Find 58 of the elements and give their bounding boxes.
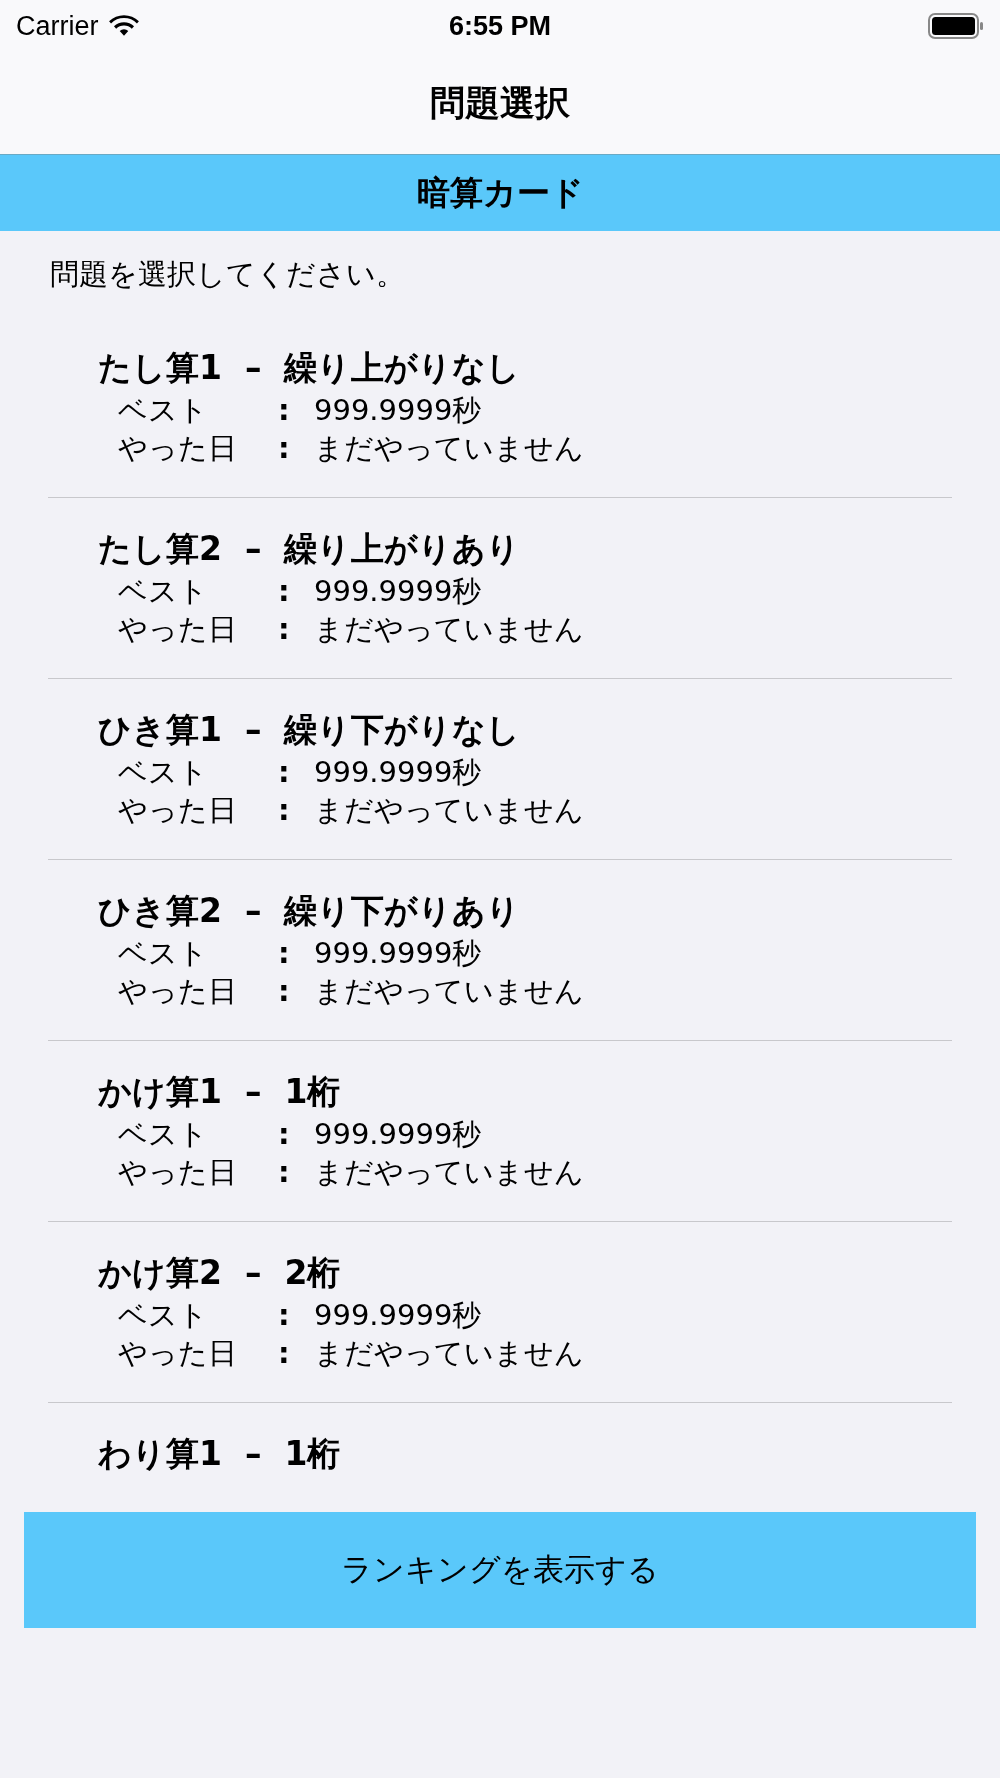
best-label: ベスト (118, 573, 209, 610)
colon: : (278, 1116, 291, 1153)
problem-item[interactable]: たし算2 – 繰り上がりあり ベスト : 999.9999秒 やった日 : まだやっていません (48, 498, 952, 679)
colon: : (278, 1297, 291, 1334)
carrier-name: Carrier (16, 10, 99, 42)
problem-item[interactable]: たし算1 – 繰り上がりなし ベスト : 999.9999秒 やった日 : まだやっていません (48, 317, 952, 498)
problem-title: たし算1 – 繰り上がりなし (98, 347, 521, 389)
problem-item[interactable]: かけ算1 – 1桁 ベスト : 999.9999秒 やった日 : まだやっていません (48, 1041, 952, 1222)
best-label: ベスト (118, 935, 209, 972)
nav-title: 問題選択 (430, 81, 570, 125)
best-time: 999.9999秒 (314, 935, 482, 972)
date-label: やった日 (118, 430, 238, 467)
colon: : (278, 573, 291, 610)
battery-icon (928, 13, 984, 39)
header-title: 暗算カード (416, 171, 584, 214)
problem-item[interactable]: ひき算1 – 繰り下がりなし ベスト : 999.9999秒 やった日 : まだやっていません (48, 679, 952, 860)
date-label: やった日 (118, 792, 238, 829)
played-date: まだやっていません (314, 1335, 584, 1372)
date-label: やった日 (118, 1335, 238, 1372)
colon: : (278, 792, 291, 829)
best-time: 999.9999秒 (314, 392, 482, 429)
prompt-text: 問題を選択してください。 (50, 256, 405, 293)
date-label: やった日 (118, 611, 238, 648)
wifi-icon (108, 15, 139, 37)
colon: : (278, 754, 291, 791)
problem-item[interactable]: わり算1 – 1桁 (48, 1403, 952, 1489)
colon: : (278, 1154, 291, 1191)
problem-title: わり算1 – 1桁 (98, 1433, 341, 1475)
best-time: 999.9999秒 (314, 573, 482, 610)
played-date: まだやっていません (314, 1154, 584, 1191)
date-label: やった日 (118, 1154, 238, 1191)
played-date: まだやっていません (314, 973, 584, 1010)
played-date: まだやっていません (314, 611, 584, 648)
ranking-button[interactable]: ランキングを表示する (24, 1512, 976, 1628)
colon: : (278, 1335, 291, 1372)
problem-title: たし算2 – 繰り上がりあり (98, 528, 521, 570)
best-label: ベスト (118, 1116, 209, 1153)
problem-title: ひき算2 – 繰り下がりあり (98, 890, 521, 932)
problem-title: かけ算2 – 2桁 (98, 1252, 341, 1294)
colon: : (278, 935, 291, 972)
best-time: 999.9999秒 (314, 754, 482, 791)
best-time: 999.9999秒 (314, 1116, 482, 1153)
played-date: まだやっていません (314, 792, 584, 829)
problem-title: かけ算1 – 1桁 (98, 1071, 341, 1113)
played-date: まだやっていません (314, 430, 584, 467)
problem-title: ひき算1 – 繰り下がりなし (98, 709, 521, 751)
status-time: 6:55 PM (448, 10, 551, 42)
colon: : (278, 430, 291, 467)
date-label: やった日 (118, 973, 238, 1010)
best-label: ベスト (118, 754, 209, 791)
colon: : (278, 611, 291, 648)
problem-item[interactable]: かけ算2 – 2桁 ベスト : 999.9999秒 やった日 : まだやっていません (48, 1222, 952, 1403)
colon: : (278, 973, 291, 1010)
colon: : (278, 392, 291, 429)
best-label: ベスト (118, 1297, 209, 1334)
problem-item[interactable]: ひき算2 – 繰り下がりあり ベスト : 999.9999秒 やった日 : まだやっていません (48, 860, 952, 1041)
best-time: 999.9999秒 (314, 1297, 482, 1334)
best-label: ベスト (118, 392, 209, 429)
